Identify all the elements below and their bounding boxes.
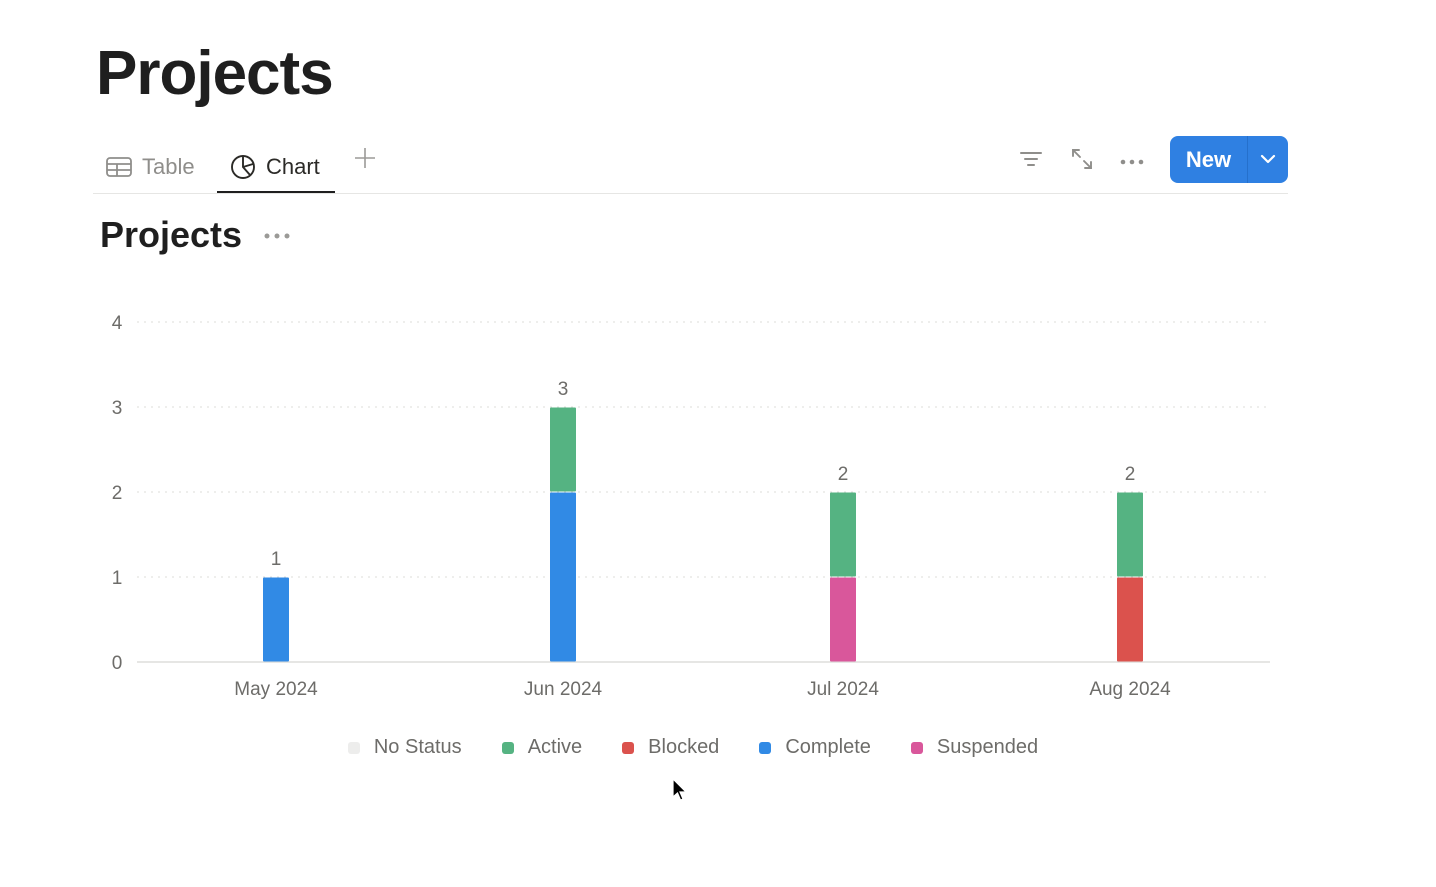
legend-swatch — [347, 741, 360, 754]
bar-segment-complete — [263, 577, 289, 662]
legend-item-suspended[interactable]: Suspended — [910, 736, 1039, 759]
bar-total-label: 3 — [558, 379, 569, 400]
legend-label: Active — [527, 736, 583, 758]
legend-item-no-status[interactable]: No Status — [347, 736, 462, 759]
bar-total-label: 2 — [1125, 464, 1136, 485]
legend-item-blocked[interactable]: Blocked — [622, 736, 719, 759]
legend-item-active[interactable]: Active — [501, 736, 583, 759]
y-tick-label: 1 — [112, 568, 123, 589]
y-tick-label: 3 — [112, 398, 123, 419]
legend-swatch — [759, 741, 772, 754]
bar-segment-active — [550, 407, 576, 492]
mouse-cursor — [672, 777, 688, 807]
legend-label: No Status — [373, 736, 462, 758]
legend-swatch — [501, 741, 514, 754]
legend-label: Blocked — [648, 736, 720, 758]
x-tick-label: Jun 2024 — [524, 679, 603, 700]
y-tick-label: 4 — [112, 313, 123, 334]
y-tick-label: 2 — [112, 483, 123, 504]
legend-swatch — [622, 741, 635, 754]
bar-total-label: 1 — [271, 549, 282, 570]
legend-label: Complete — [785, 736, 871, 758]
bar-segment-complete — [550, 492, 576, 662]
bar-segment-active — [830, 492, 856, 577]
x-tick-label: Aug 2024 — [1089, 679, 1171, 700]
bar-segment-active — [1117, 492, 1143, 577]
bar-segment-suspended — [830, 577, 856, 662]
x-tick-label: Jul 2024 — [807, 679, 879, 700]
legend-item-complete[interactable]: Complete — [759, 736, 871, 759]
x-tick-label: May 2024 — [234, 679, 318, 700]
y-tick-label: 0 — [112, 653, 123, 674]
legend-label: Suspended — [936, 736, 1039, 758]
stacked-bar-chart: 0 1 2 3 4 1 May 2024 3 Jun 2024 2 Jul 2024 2 Aug 202… — [112, 313, 1270, 700]
bar-total-label: 2 — [838, 464, 849, 485]
bar-segment-blocked — [1117, 577, 1143, 662]
legend-swatch — [910, 741, 923, 754]
chart-legend: No Status Active Blocked Complete Suspended — [0, 736, 1386, 759]
